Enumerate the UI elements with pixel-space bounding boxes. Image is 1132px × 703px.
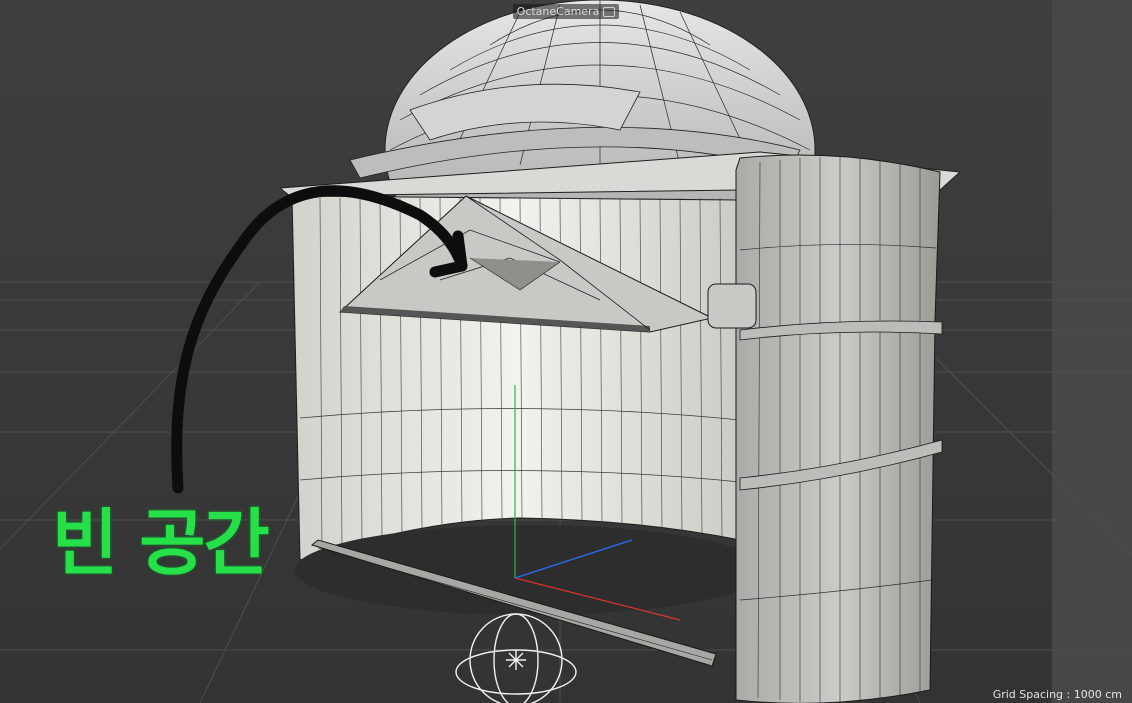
tower	[707, 154, 943, 703]
grid-spacing-label: Grid Spacing : 1000 cm	[992, 688, 1122, 701]
camera-name: OctaneCamera	[516, 5, 600, 18]
camera-icon	[603, 7, 616, 17]
3d-viewport[interactable]: OctaneCamera 빈 공간 Grid Spacing : 1000 cm	[0, 0, 1132, 703]
annotation-text: 빈 공간	[52, 501, 270, 585]
scene-render	[0, 0, 1132, 703]
camera-selector[interactable]: OctaneCamera	[512, 4, 620, 19]
